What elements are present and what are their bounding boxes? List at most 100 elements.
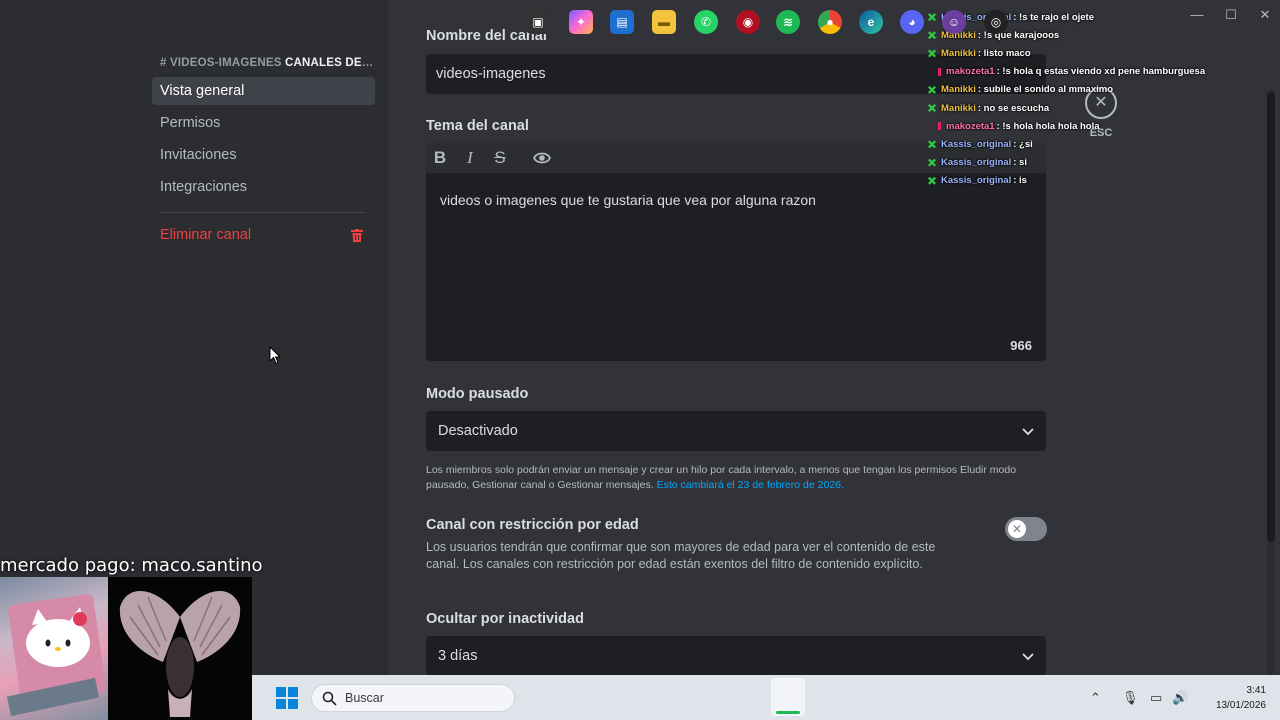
strikethrough-icon[interactable]: S [490, 148, 510, 168]
green-badge-icon [928, 140, 936, 149]
window-close-icon[interactable]: ✕ [1258, 8, 1272, 22]
sidebar-item-overview[interactable]: Vista general [152, 77, 375, 105]
chat-username: Manikki [941, 84, 976, 96]
scrollbar-thumb[interactable] [1267, 92, 1275, 542]
topic-char-counter: 966 [1010, 338, 1032, 353]
chat-message: Kassis_original: ¿si [928, 135, 1228, 153]
sidebar-header: # VIDEOS-IMAGENES CANALES DE ... [160, 57, 375, 69]
tray-date: 13/01/2026 [1215, 700, 1266, 711]
hide-inactive-select[interactable]: 3 días [426, 636, 1046, 676]
chevron-down-icon [1022, 653, 1034, 661]
discord-icon[interactable]: ◕ [900, 10, 924, 34]
eye-icon[interactable] [532, 148, 552, 168]
age-restricted-toggle[interactable]: ✕ [1005, 517, 1047, 541]
sidebar-header-category: CANALES DE ... [285, 57, 375, 69]
windows-start-icon[interactable] [276, 687, 298, 709]
donation-text: mercado pago: maco.santino [0, 555, 263, 576]
channel-topic-value: videos o imagenes que te gustaria que ve… [440, 192, 816, 208]
network-icon[interactable]: ▭ [1150, 690, 1162, 706]
webcam-image-wings [108, 577, 252, 720]
copilot-icon[interactable]: ✦ [569, 10, 593, 34]
chat-message: Manikki: !s que karajooos [928, 26, 1228, 44]
chat-text: : is [1013, 175, 1027, 187]
webcam-image-hello-kitty [0, 577, 108, 720]
chat-message: Manikki: subile el sonido al mmaximo [928, 81, 1228, 99]
delete-channel-button[interactable]: Eliminar canal [152, 221, 375, 249]
obs-icon[interactable]: ◎ [984, 10, 1008, 34]
volume-icon[interactable]: 🔊 [1172, 690, 1188, 706]
chat-username: Manikki [941, 47, 976, 59]
chat-message: Kassis_original: !s te rajo el ojete [928, 8, 1228, 26]
chat-text: : !s te rajo el ojete [1013, 11, 1095, 23]
active-indicator [776, 711, 800, 714]
slowmode-help: Los miembros solo podrán enviar un mensa… [426, 463, 1026, 493]
chat-message: Manikki: listo maco [928, 44, 1228, 62]
pink-badge-icon [938, 67, 941, 76]
sidebar-item-invites[interactable]: Invitaciones [152, 141, 375, 169]
green-badge-icon [928, 31, 936, 40]
green-badge-icon [928, 176, 936, 185]
bold-icon[interactable]: B [430, 148, 450, 168]
chat-username: Kassis_original [941, 157, 1012, 169]
sidebar-item-integrations[interactable]: Integraciones [152, 173, 375, 201]
tray-clock[interactable]: 3:41 13/01/2026 [1196, 683, 1266, 713]
search-icon [322, 691, 337, 706]
tray-time: 3:41 [1246, 685, 1266, 696]
task-view-icon[interactable]: ▣ [526, 10, 550, 34]
chevron-down-icon [1022, 428, 1034, 436]
channel-name-value: videos-imagenes [436, 66, 546, 82]
taskbar-search[interactable]: Buscar [311, 684, 515, 712]
sidebar-item-permissions[interactable]: Permisos [152, 109, 375, 137]
green-badge-icon [928, 49, 936, 58]
chat-text: : no se escucha [977, 102, 1050, 114]
chat-username: makozeta1 [946, 120, 995, 132]
sidebar-header-channel: # VIDEOS-IMAGENES [160, 57, 282, 69]
spotify-icon[interactable]: ≋ [776, 10, 800, 34]
chat-text: : subile el sonido al mmaximo [977, 84, 1114, 96]
file-explorer-icon[interactable]: ▬ [652, 10, 676, 34]
whatsapp-icon[interactable]: ✆ [694, 10, 718, 34]
delete-channel-label: Eliminar canal [160, 227, 252, 243]
channel-topic-label: Tema del canal [426, 118, 529, 134]
chrome-icon[interactable]: ● [818, 10, 842, 34]
store-icon[interactable]: ▤ [610, 10, 634, 34]
chat-message: makozeta1: !s hola q estas viendo xd pen… [928, 63, 1228, 81]
italic-icon[interactable]: I [460, 148, 480, 168]
toggle-x-icon: ✕ [1008, 520, 1026, 538]
green-badge-icon [928, 85, 936, 94]
chat-username: Manikki [941, 102, 976, 114]
chat-message: makozeta1: !s hola hola hola hola [928, 117, 1228, 135]
edge-icon[interactable]: e [859, 10, 883, 34]
slowmode-help-link[interactable]: Esto cambiará el 23 de febrero de 2026. [657, 479, 844, 491]
slowmode-select[interactable]: Desactivado [426, 411, 1046, 451]
age-restricted-label: Canal con restricción por edad [426, 517, 639, 533]
age-restricted-description: Los usuarios tendrán que confirmar que s… [426, 540, 936, 571]
pink-badge-icon [938, 122, 941, 131]
chat-text: : !s hola q estas viendo xd pene hamburg… [996, 66, 1206, 78]
stream-chat-overlay: Kassis_original: !s te rajo el ojete Mani… [928, 8, 1228, 190]
chat-message: Kassis_original: is [928, 172, 1228, 190]
chat-text: : si [1013, 157, 1027, 169]
chat-text: : !s hola hola hola hola [996, 120, 1100, 132]
chat-message: Manikki: no se escucha [928, 99, 1228, 117]
tray-chevron-up-icon[interactable]: ⌃ [1090, 690, 1101, 706]
chat-username: Kassis_original [941, 138, 1012, 150]
chat-message: Kassis_original: si [928, 154, 1228, 172]
search-placeholder: Buscar [345, 691, 384, 705]
hide-inactive-label: Ocultar por inactividad [426, 611, 584, 627]
green-badge-icon [928, 158, 936, 167]
app-purple-icon[interactable]: ☺ [942, 10, 966, 34]
sidebar-divider [160, 212, 365, 213]
chat-username: Kassis_original [941, 175, 1012, 187]
microphone-icon[interactable]: 🎙 [1122, 690, 1139, 706]
hide-inactive-value: 3 días [438, 648, 478, 664]
green-badge-icon [928, 13, 936, 22]
green-badge-icon [928, 104, 936, 113]
channel-topic-field[interactable]: videos o imagenes que te gustaria que ve… [426, 173, 1046, 361]
slowmode-value: Desactivado [438, 423, 518, 439]
chat-username: makozeta1 [946, 66, 995, 78]
trash-icon [351, 229, 363, 242]
chat-text: : ¿si [1013, 138, 1033, 150]
app-red-icon[interactable]: ◉ [736, 10, 760, 34]
slowmode-label: Modo pausado [426, 386, 529, 402]
